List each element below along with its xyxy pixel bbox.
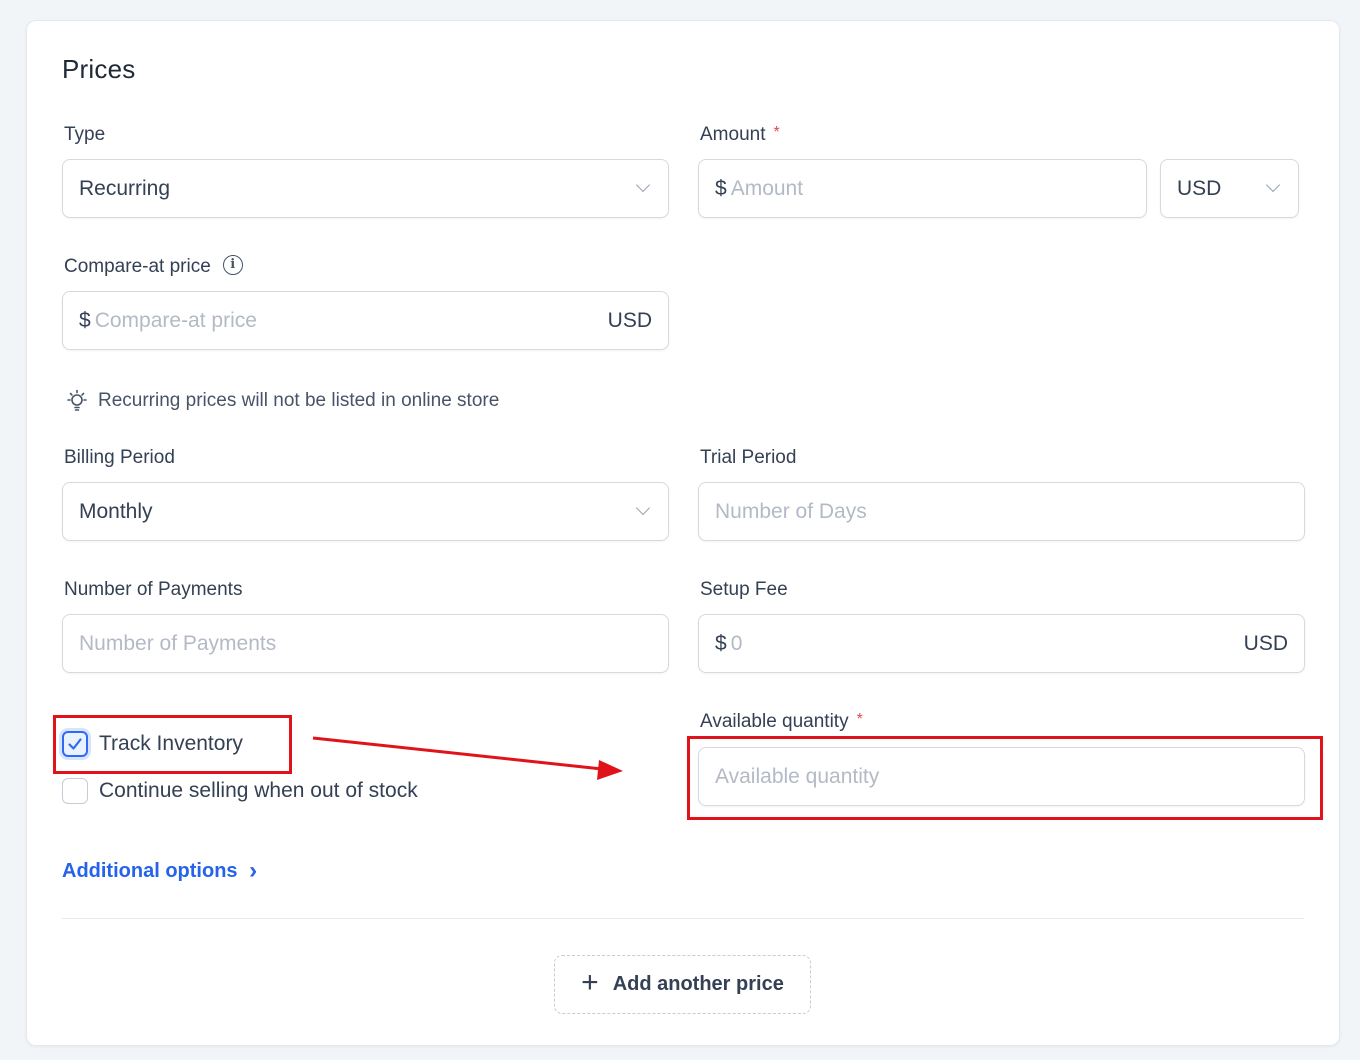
compare-at-label: Compare-at price i — [64, 254, 243, 278]
plus-icon: + — [581, 965, 599, 999]
compare-at-placeholder: Compare-at price — [94, 308, 257, 332]
dollar-sign: $ — [79, 308, 91, 332]
annotation-box-available-quantity — [687, 736, 1323, 820]
currency-select-value: USD — [1177, 176, 1222, 200]
chevron-down-icon — [635, 177, 651, 192]
section-title: Prices — [62, 54, 136, 84]
amount-label-text: Amount — [700, 124, 766, 145]
dollar-sign: $ — [715, 631, 727, 655]
type-select[interactable]: Recurring — [62, 159, 669, 218]
required-marker: * — [773, 124, 780, 141]
annotation-box-track-inventory — [53, 715, 292, 774]
available-quantity-label: Available quantity * — [700, 711, 863, 733]
trial-period-label: Trial Period — [700, 447, 797, 468]
currency-select[interactable]: USD — [1160, 159, 1299, 218]
compare-at-input[interactable]: $ Compare-at price USD — [62, 291, 669, 350]
additional-options-label: Additional options — [62, 860, 238, 882]
billing-period-select[interactable]: Monthly — [62, 482, 669, 541]
recurring-hint: Recurring prices will not be listed in o… — [64, 388, 499, 414]
amount-label: Amount * — [700, 124, 780, 146]
compare-at-currency: USD — [607, 308, 652, 332]
annotation-arrow — [312, 736, 623, 780]
setup-fee-input[interactable]: $ 0 USD — [698, 614, 1305, 673]
continue-selling-checkbox[interactable] — [62, 778, 88, 804]
payments-label: Number of Payments — [64, 579, 243, 600]
amount-input[interactable]: $ Amount — [698, 159, 1147, 218]
payments-placeholder: Number of Payments — [79, 631, 277, 655]
trial-period-placeholder: Number of Days — [715, 499, 867, 523]
type-select-value: Recurring — [79, 176, 171, 200]
required-marker: * — [856, 711, 863, 728]
amount-placeholder: Amount — [730, 176, 804, 200]
chevron-down-icon — [635, 500, 651, 515]
setup-fee-placeholder: 0 — [730, 631, 743, 655]
billing-period-label: Billing Period — [64, 447, 175, 468]
lightbulb-icon — [64, 388, 90, 414]
trial-period-input[interactable]: Number of Days — [698, 482, 1305, 541]
info-icon[interactable]: i — [222, 254, 243, 275]
add-another-price-label: Add another price — [612, 973, 784, 995]
setup-fee-label: Setup Fee — [700, 579, 788, 600]
setup-fee-currency: USD — [1243, 631, 1288, 655]
add-another-price-button[interactable]: + Add another price — [554, 955, 811, 1014]
billing-period-value: Monthly — [79, 499, 153, 523]
additional-options-link[interactable]: Additional options › — [62, 856, 257, 884]
payments-input[interactable]: Number of Payments — [62, 614, 669, 673]
chevron-down-icon — [1265, 177, 1281, 192]
dollar-sign: $ — [715, 176, 727, 200]
chevron-right-icon: › — [249, 857, 258, 884]
type-label: Type — [64, 124, 106, 145]
hint-text: Recurring prices will not be listed in o… — [98, 390, 500, 411]
available-quantity-label-text: Available quantity — [700, 711, 849, 732]
section-divider — [62, 918, 1304, 919]
compare-at-label-text: Compare-at price — [64, 256, 211, 277]
